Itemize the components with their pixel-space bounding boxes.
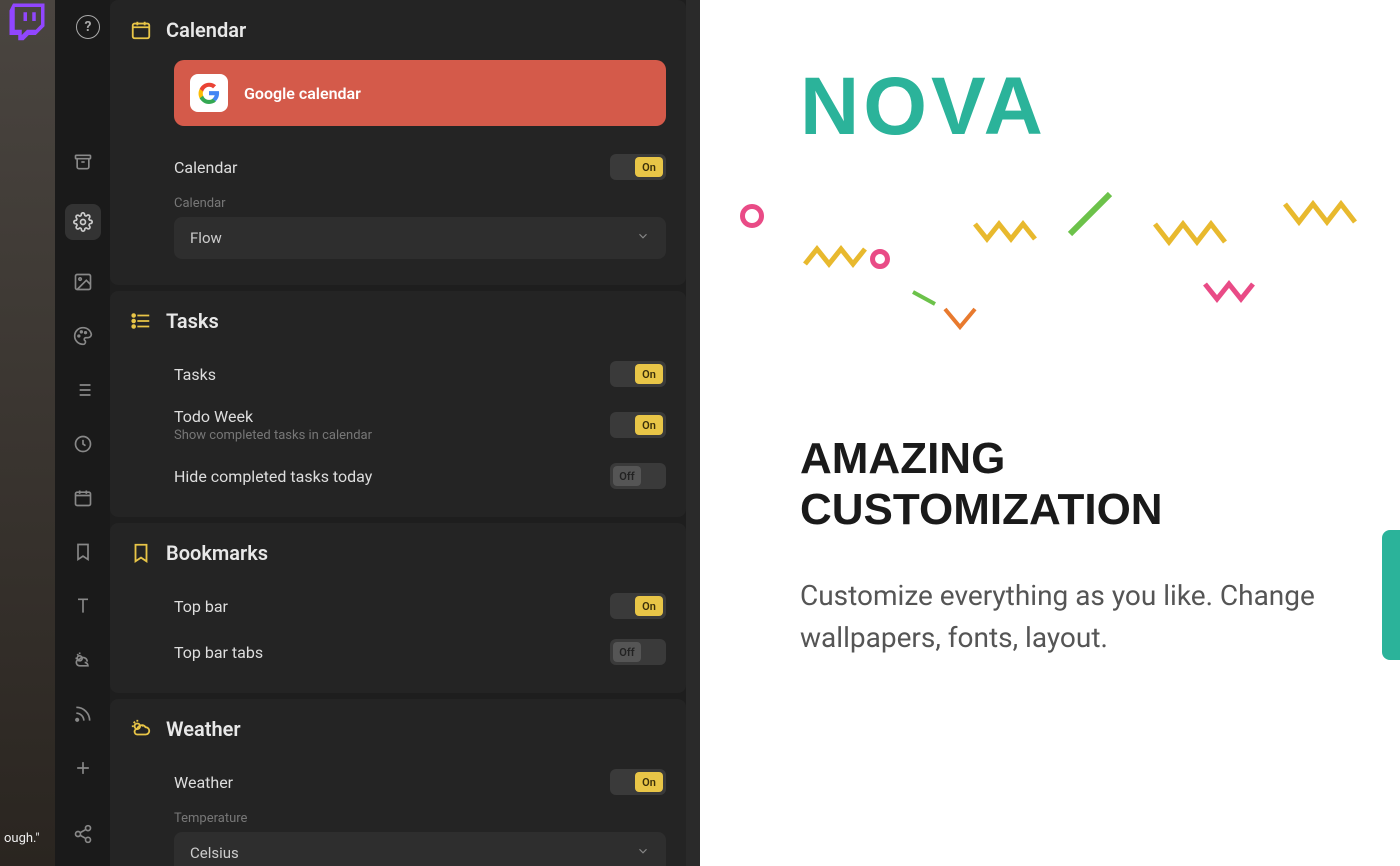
toggle-pill: On	[635, 415, 663, 435]
row-label: Top bar tabs	[174, 643, 263, 662]
bookmark-icon	[130, 542, 152, 564]
promo-body: Customize everything as you like. Change…	[800, 575, 1350, 659]
section-tasks: Tasks Tasks On Todo Week Show completed …	[110, 291, 686, 517]
help-icon[interactable]: ?	[76, 15, 100, 39]
sidebar-item-settings[interactable]	[65, 204, 101, 240]
toggle-todo-week[interactable]: On	[610, 412, 666, 438]
google-calendar-card[interactable]: Google calendar	[174, 60, 666, 126]
toggle-hide-completed[interactable]: Off	[610, 463, 666, 489]
zigzag-shape	[1280, 194, 1360, 254]
toggle-calendar[interactable]: On	[610, 154, 666, 180]
section-title: Calendar	[166, 18, 246, 42]
zigzag-shape	[800, 224, 870, 274]
select-value: Celsius	[190, 844, 239, 862]
side-tab[interactable]	[1382, 530, 1400, 660]
sidebar-item-palette[interactable]	[71, 324, 95, 348]
zigzag-shape	[1200, 274, 1270, 324]
promo-logo: NOVA	[800, 60, 1350, 154]
row-tasks: Tasks On	[130, 351, 666, 397]
background-text-fragment: ough."	[4, 831, 40, 846]
section-header-tasks: Tasks	[130, 309, 666, 333]
section-title: Weather	[166, 717, 241, 741]
calendar-icon	[130, 19, 152, 41]
row-label: Todo Week	[174, 407, 372, 426]
row-sublabel: Show completed tasks in calendar	[174, 428, 372, 443]
select-calendar-flow[interactable]: Flow	[174, 217, 666, 259]
row-todo-week: Todo Week Show completed tasks in calend…	[130, 397, 666, 453]
sidebar-item-clock[interactable]	[71, 432, 95, 456]
sidebar-item-add[interactable]	[71, 756, 95, 780]
row-hide-completed: Hide completed tasks today Off	[130, 453, 666, 499]
twitch-icon[interactable]	[6, 0, 48, 42]
settings-panel: Calendar Google calendar Calendar On Cal…	[110, 0, 686, 866]
select-value: Flow	[190, 229, 222, 247]
circle-shape	[870, 249, 890, 269]
section-weather: Weather Weather On Temperature Celsius	[110, 699, 686, 866]
row-label: Top bar	[174, 597, 228, 616]
row-label: Hide completed tasks today	[174, 467, 372, 486]
toggle-topbar[interactable]: On	[610, 593, 666, 619]
sidebar-item-bookmark[interactable]	[71, 540, 95, 564]
sidebar-item-text[interactable]	[71, 594, 95, 618]
toggle-pill: Off	[613, 466, 641, 486]
sidebar-item-calendar[interactable]	[71, 486, 95, 510]
sidebar-item-image[interactable]	[71, 270, 95, 294]
promo-graphics	[800, 194, 1350, 374]
toggle-weather[interactable]: On	[610, 769, 666, 795]
toggle-pill: Off	[613, 642, 641, 662]
toggle-tasks[interactable]: On	[610, 361, 666, 387]
sidebar-item-list[interactable]	[71, 378, 95, 402]
zigzag-shape	[970, 214, 1040, 264]
row-topbar-tabs: Top bar tabs Off	[130, 629, 666, 675]
row-weather: Weather On	[130, 759, 666, 805]
line-shape	[1060, 184, 1120, 244]
promo-headline: AMAZING CUSTOMIZATION	[800, 434, 1350, 535]
sidebar-item-weather[interactable]	[71, 648, 95, 672]
section-title: Tasks	[166, 309, 219, 333]
weather-icon	[130, 718, 152, 740]
chevron-down-icon	[636, 844, 650, 862]
section-title: Bookmarks	[166, 541, 268, 565]
row-calendar-toggle: Calendar On	[130, 144, 666, 190]
chevron-down-icon	[636, 229, 650, 247]
row-label: Tasks	[174, 365, 216, 384]
field-label-calendar-select: Calendar	[174, 196, 666, 211]
toggle-topbar-tabs[interactable]: Off	[610, 639, 666, 665]
section-calendar: Calendar Google calendar Calendar On Cal…	[110, 0, 686, 285]
google-card-label: Google calendar	[244, 84, 361, 103]
toggle-pill: On	[635, 364, 663, 384]
toggle-pill: On	[635, 772, 663, 792]
section-bookmarks: Bookmarks Top bar On Top bar tabs Off	[110, 523, 686, 693]
section-header-bookmarks: Bookmarks	[130, 541, 666, 565]
sidebar-item-share[interactable]	[71, 822, 95, 846]
toggle-pill: On	[635, 157, 663, 177]
section-header-calendar: Calendar	[130, 18, 666, 42]
toggle-pill: On	[635, 596, 663, 616]
line-shape	[910, 289, 940, 309]
section-header-weather: Weather	[130, 717, 666, 741]
sidebar-nav	[55, 0, 110, 866]
circle-shape	[740, 204, 764, 228]
angle-shape	[940, 304, 980, 334]
sidebar-item-archive[interactable]	[71, 150, 95, 174]
sidebar-item-rss[interactable]	[71, 702, 95, 726]
row-label: Calendar	[174, 158, 237, 177]
promo-pane: NOVA AMAZING CUSTOMIZATION Customize eve…	[700, 0, 1400, 866]
zigzag-shape	[1150, 214, 1230, 274]
background-wallpaper	[0, 0, 55, 866]
field-label-temperature: Temperature	[174, 811, 666, 826]
tasks-icon	[130, 310, 152, 332]
row-topbar: Top bar On	[130, 583, 666, 629]
google-logo-icon	[190, 74, 228, 112]
select-temperature[interactable]: Celsius	[174, 832, 666, 866]
row-label: Weather	[174, 773, 233, 792]
